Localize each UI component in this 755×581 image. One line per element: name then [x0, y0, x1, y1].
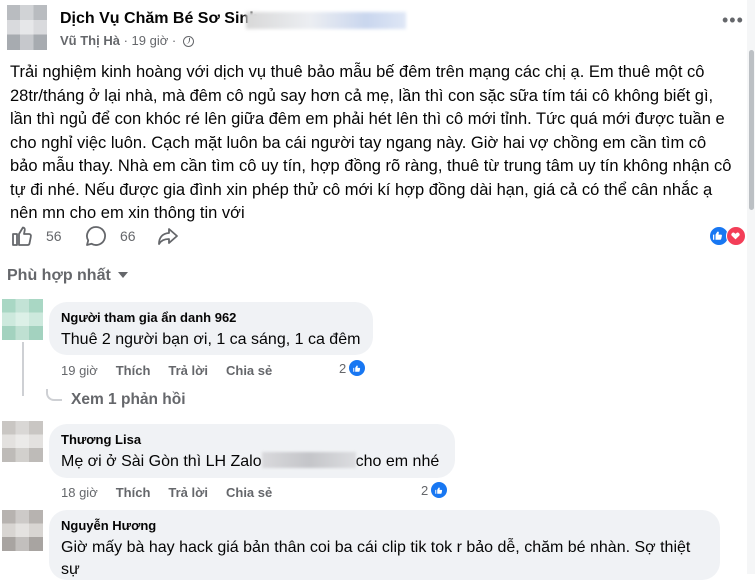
reply-action[interactable]: Trả lời [168, 485, 208, 500]
sort-label: Phù hợp nhất [7, 267, 111, 284]
group-avatar[interactable] [7, 5, 47, 50]
comment-icon [86, 226, 106, 246]
comment-actions: 19 giờ Thích Trả lời Chia sẻ [61, 363, 272, 378]
comment-author[interactable]: Người tham gia ẩn danh 962 [61, 310, 361, 325]
like-count: 56 [46, 228, 62, 244]
thumbs-up-icon [12, 226, 32, 246]
love-icon [726, 226, 746, 246]
like-icon [348, 359, 367, 377]
reaction-count-value: 2 [421, 482, 429, 498]
share-icon [158, 228, 178, 245]
like-icon [430, 481, 449, 499]
comment-button[interactable]: 66 [84, 224, 136, 248]
post-time[interactable]: 19 giờ [132, 33, 169, 48]
comment-bubble: Thương Lisa Mẹ ơi ở Sài Gòn thì LH Zalo c… [49, 424, 455, 478]
comment-time[interactable]: 18 giờ [61, 485, 98, 500]
comment-text-start: Mẹ ơi ở Sài Gòn thì LH Zalo [61, 453, 262, 470]
share-button[interactable] [156, 224, 180, 248]
redacted-group-name [246, 12, 406, 29]
dot-separator: · [171, 33, 177, 48]
like-action[interactable]: Thích [116, 363, 151, 378]
reaction-count-value: 2 [339, 360, 347, 376]
avatar[interactable] [2, 510, 43, 551]
post-author[interactable]: Vũ Thị Hà [60, 33, 120, 48]
comment-sort-dropdown[interactable]: Phù hợp nhất [7, 267, 128, 285]
like-action[interactable]: Thích [116, 485, 151, 500]
post-author-line: Vũ Thị Hà · 19 giờ · [60, 33, 194, 48]
scrollbar-thumb[interactable] [749, 50, 754, 210]
caret-down-icon [117, 272, 128, 278]
comment-text: Mẹ ơi ở Sài Gòn thì LH Zalo cho em nhé [61, 451, 443, 473]
comment-bubble: Nguyễn Hương Giờ mấy bà hay hack giá bản… [49, 510, 720, 580]
reaction-summary[interactable] [709, 226, 749, 246]
comment-reaction-count[interactable]: 2 [339, 359, 367, 377]
like-button[interactable]: 56 [10, 224, 62, 248]
post-text: Trải nghiệm kinh hoàng với dịch vụ thuê … [10, 63, 732, 222]
separator: · [123, 33, 128, 48]
comment-text-end: cho em nhé [355, 453, 440, 470]
comment-text: Giờ mấy bà hay hack giá bản thân coi ba … [61, 539, 691, 578]
comment-text: Thuê 2 người bạn ơi, 1 ca sáng, 1 ca đêm [61, 331, 361, 348]
comment-author[interactable]: Nguyễn Hương [61, 518, 708, 533]
thread-line [22, 342, 24, 396]
comment-time[interactable]: 19 giờ [61, 363, 98, 378]
ellipsis-icon[interactable]: ••• [722, 10, 744, 31]
group-name[interactable]: Dịch Vụ Chăm Bé Sơ Sinh [60, 10, 259, 28]
globe-icon [182, 36, 194, 47]
share-action[interactable]: Chia sẻ [226, 485, 272, 500]
comment-bubble: Người tham gia ẩn danh 962 Thuê 2 người … [49, 302, 373, 355]
avatar[interactable] [2, 421, 43, 462]
comment-reaction-count[interactable]: 2 [421, 481, 449, 499]
comment-count: 66 [120, 228, 136, 244]
reply-action[interactable]: Trả lời [168, 363, 208, 378]
view-replies-label: Xem 1 phản hồi [71, 391, 186, 408]
avatar[interactable] [2, 299, 43, 340]
reply-connector [46, 389, 62, 401]
comment-author[interactable]: Thương Lisa [61, 432, 443, 447]
redacted-phone [261, 452, 356, 468]
share-action[interactable]: Chia sẻ [226, 363, 272, 378]
view-replies-link[interactable]: Xem 1 phản hồi [46, 389, 186, 409]
comment-actions: 18 giờ Thích Trả lời Chia sẻ [61, 485, 272, 500]
